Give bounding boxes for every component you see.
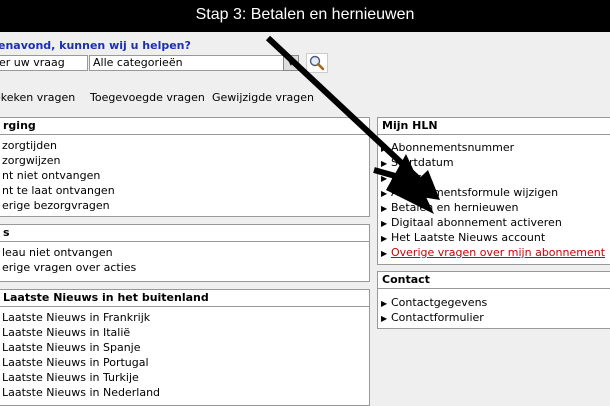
search-input[interactable]: er uw vraag [0, 55, 88, 71]
box-actions: s leau niet ontvangen erige vragen over … [0, 224, 370, 282]
triangle-right-icon: ▶ [381, 174, 388, 183]
list-item[interactable]: ▶ Betalen en hernieuwen [378, 200, 610, 215]
box-title: rging [0, 118, 369, 135]
category-select[interactable]: Alle categorieën [89, 55, 284, 71]
triangle-right-icon: ▶ [381, 299, 388, 308]
list-item[interactable]: ▶ Startdatum [378, 155, 610, 170]
triangle-right-icon: ▶ [381, 234, 388, 243]
search-button[interactable] [306, 53, 328, 73]
tab-added-questions[interactable]: Toegevoegde vragen [90, 91, 205, 104]
triangle-right-icon: ▶ [381, 159, 388, 168]
help-greeting: enavond, kunnen wij u helpen? [0, 39, 191, 52]
list-item[interactable]: Laatste Nieuws in Nederland [0, 385, 369, 400]
triangle-right-icon: ▶ [381, 314, 388, 323]
triangle-right-icon: ▶ [381, 204, 388, 213]
list-item[interactable]: ▶ Abonnementsformule wijzigen [378, 185, 610, 200]
list-item[interactable]: ▶ Abonnementsnummer [378, 140, 610, 155]
box-contact: Contact ▶ Contactgegevens ▶ Contactformuli… [377, 271, 610, 329]
box-title: Contact [378, 272, 610, 289]
tab-viewed-questions[interactable]: ekeken vragen [0, 91, 75, 104]
box-delivery: rging zorgtijden zorgwijzen nt niet ontv… [0, 117, 370, 217]
box-mijn-hln: Mijn HLN ▶ Abonnementsnummer ▶ Startdatum … [377, 117, 610, 265]
list-item[interactable]: zorgwijzen [0, 153, 369, 168]
banner-title: Stap 3: Betalen en hernieuwen [195, 6, 415, 23]
triangle-right-icon: ▶ [381, 249, 388, 258]
search-icon [309, 55, 325, 71]
box-abroad: Laatste Nieuws in het buitenland Laatste… [0, 289, 370, 406]
list-item[interactable]: ▶ Het Laatste Nieuws account [378, 230, 610, 245]
list-item[interactable]: ▶ Overige vragen over mijn abonnement [378, 245, 610, 260]
list-item[interactable]: erige vragen over acties [0, 260, 369, 275]
list-item[interactable]: ▶ Adres [378, 170, 610, 185]
box-title: Laatste Nieuws in het buitenland [0, 290, 369, 307]
list-item[interactable]: Laatste Nieuws in Turkije [0, 370, 369, 385]
list-item[interactable]: Laatste Nieuws in Frankrijk [0, 310, 369, 325]
list-item[interactable]: Laatste Nieuws in Spanje [0, 340, 369, 355]
box-title: s [0, 225, 369, 242]
list-item[interactable]: ▶ Contactgegevens [378, 295, 610, 310]
box-title: Mijn HLN [378, 118, 610, 135]
list-item[interactable]: ▶ Digitaal abonnement activeren [378, 215, 610, 230]
chevron-down-icon[interactable]: ▼ [283, 55, 299, 71]
list-item[interactable]: erige bezorgvragen [0, 198, 369, 213]
list-item[interactable]: Laatste Nieuws in Portugal [0, 355, 369, 370]
triangle-right-icon: ▶ [381, 219, 388, 228]
list-item[interactable]: leau niet ontvangen [0, 245, 369, 260]
instruction-banner: Stap 3: Betalen en hernieuwen [0, 0, 610, 32]
list-item[interactable]: ▶ Contactformulier [378, 310, 610, 325]
triangle-right-icon: ▶ [381, 189, 388, 198]
triangle-right-icon: ▶ [381, 144, 388, 153]
list-item[interactable]: zorgtijden [0, 138, 369, 153]
list-item[interactable]: nt te laat ontvangen [0, 183, 369, 198]
list-item[interactable]: Laatste Nieuws in Italië [0, 325, 369, 340]
list-item[interactable]: nt niet ontvangen [0, 168, 369, 183]
tab-changed-questions[interactable]: Gewijzigde vragen [212, 91, 314, 104]
